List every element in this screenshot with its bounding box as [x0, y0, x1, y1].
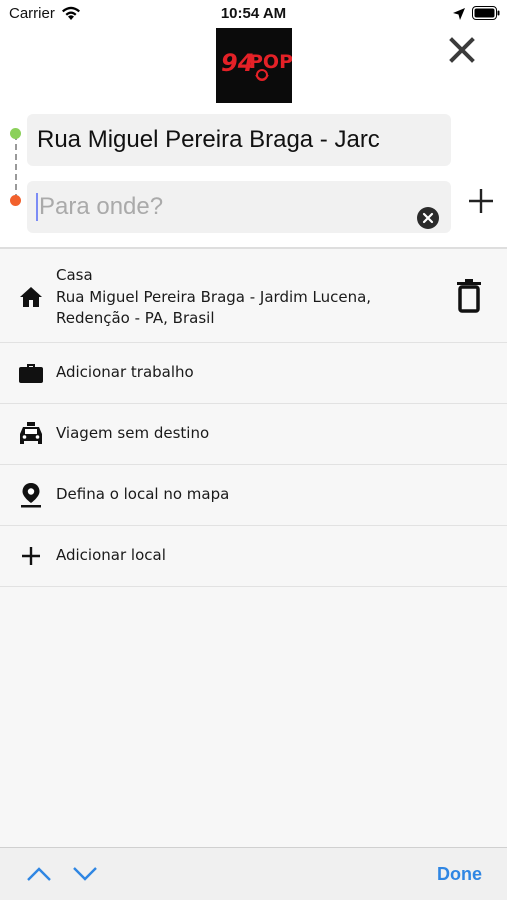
route-header: 94 POP Rua Miguel Pereira Braga - Jarc P… — [0, 28, 507, 249]
close-icon — [449, 37, 475, 63]
clear-icon — [417, 207, 439, 229]
list-item-trip-no-destination[interactable]: Viagem sem destino — [0, 404, 507, 465]
plus-icon — [469, 189, 493, 213]
home-icon — [18, 284, 44, 310]
status-bar: Carrier 10:54 AM — [0, 0, 507, 28]
list-item-label: Defina o local no mapa — [56, 485, 230, 503]
next-field-button[interactable] — [72, 865, 98, 883]
origin-field[interactable]: Rua Miguel Pereira Braga - Jarc — [27, 114, 451, 166]
clear-button[interactable] — [417, 196, 439, 229]
home-address: Rua Miguel Pereira Braga - Jardim Lucena… — [56, 288, 372, 327]
done-button[interactable]: Done — [437, 864, 482, 885]
briefcase-icon — [18, 360, 44, 386]
keyboard-accessory-bar: Done — [0, 847, 507, 900]
list-item-set-on-map[interactable]: Defina o local no mapa — [0, 465, 507, 526]
destination-field[interactable]: Para onde? — [27, 181, 451, 233]
destination-dot — [10, 195, 21, 206]
map-pin-icon — [18, 482, 44, 508]
taxi-icon — [18, 421, 44, 447]
location-arrow-icon — [452, 7, 466, 25]
svg-text:POP: POP — [249, 51, 292, 73]
add-stop-button[interactable] — [467, 187, 495, 215]
home-title: Casa — [56, 266, 93, 284]
chevron-down-icon — [73, 867, 97, 881]
saved-places-list: Casa Rua Miguel Pereira Braga - Jardim L… — [0, 251, 507, 587]
previous-field-button[interactable] — [26, 865, 52, 883]
brand-logo: 94 POP — [216, 28, 293, 103]
trash-icon — [457, 279, 481, 313]
close-button[interactable] — [447, 35, 477, 65]
list-item-label: Viagem sem destino — [56, 424, 210, 442]
plus-icon — [18, 543, 44, 569]
list-item-label: Adicionar local — [56, 546, 166, 564]
destination-placeholder: Para onde? — [39, 193, 164, 220]
list-item-label: Adicionar trabalho — [56, 363, 194, 381]
list-item-add-place[interactable]: Adicionar local — [0, 526, 507, 587]
route-connector — [15, 134, 17, 200]
list-item-add-work[interactable]: Adicionar trabalho — [0, 343, 507, 404]
battery-icon — [472, 6, 500, 24]
origin-value: Rua Miguel Pereira Braga - Jarc — [37, 126, 380, 153]
delete-button[interactable] — [456, 279, 482, 313]
list-item-home[interactable]: Casa Rua Miguel Pereira Braga - Jardim L… — [0, 251, 507, 343]
origin-dot — [10, 128, 21, 139]
chevron-up-icon — [27, 867, 51, 881]
status-time: 10:54 AM — [220, 5, 287, 22]
text-caret — [36, 193, 38, 221]
